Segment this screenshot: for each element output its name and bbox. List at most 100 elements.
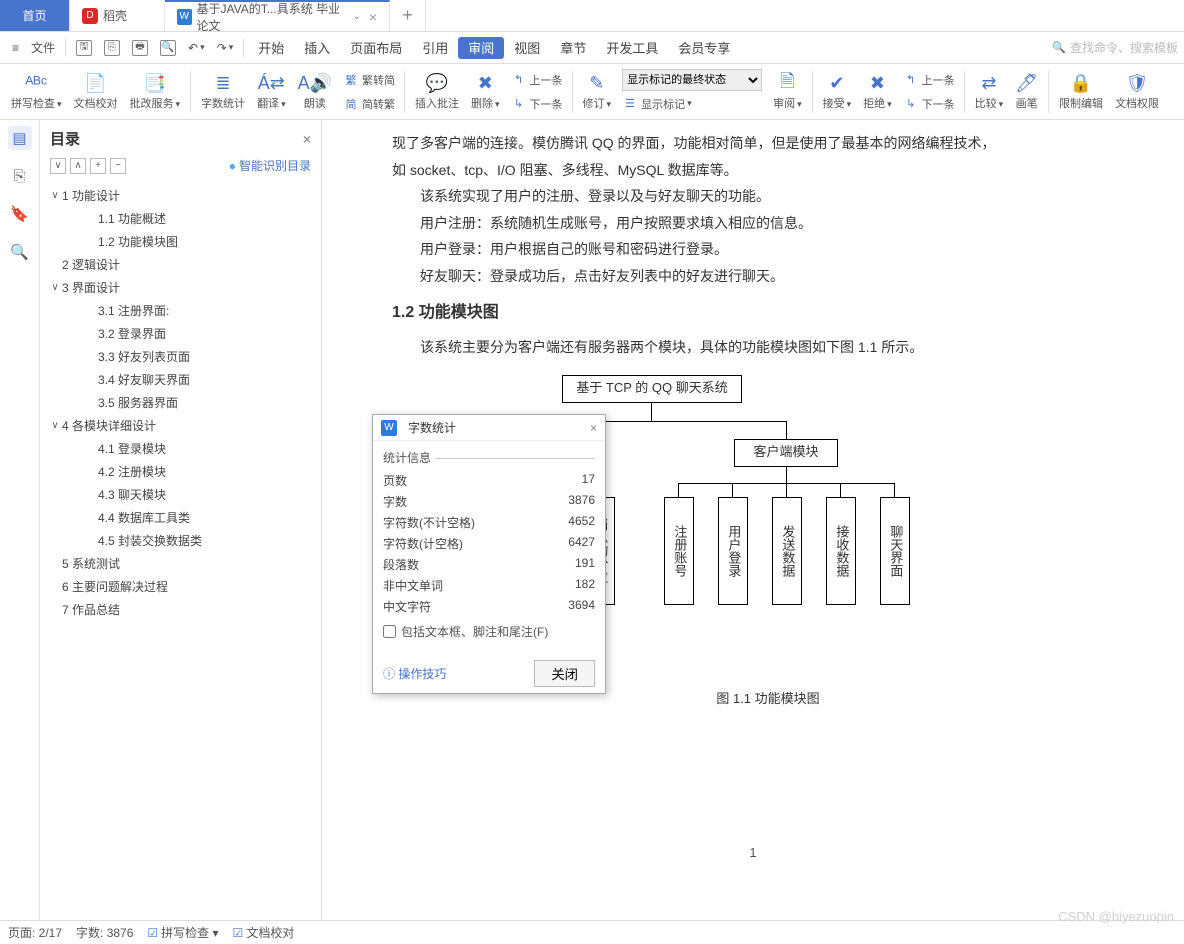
stats-section-label: 统计信息	[383, 451, 435, 465]
reject-button[interactable]: ✖拒绝▾	[858, 67, 897, 117]
insert-comment-button[interactable]: 💬插入批注	[410, 67, 464, 117]
status-page[interactable]: 页面: 2/17	[8, 924, 62, 941]
outline-item[interactable]: 3.4 好友聊天界面	[40, 368, 321, 391]
translate-button[interactable]: Á⇄翻译▾	[252, 67, 291, 117]
undo-icon[interactable]: ↶▾	[182, 32, 211, 64]
expand-all-icon[interactable]: ∧	[70, 158, 86, 174]
redo-icon[interactable]: ↷▾	[211, 32, 240, 64]
body-text: 该系统主要分为客户端还有服务器两个模块，具体的功能模块图如下图 1.1 所示。	[392, 334, 1144, 361]
menu-start[interactable]: 开始	[248, 32, 294, 64]
outline-item[interactable]: 4.2 注册模块	[40, 460, 321, 483]
body-text: 好友聊天：登录成功后，点击好友列表中的好友进行聊天。	[392, 263, 1144, 290]
next-comment-button[interactable]: ↳下一条	[511, 93, 563, 115]
demote-icon[interactable]: −	[110, 158, 126, 174]
display-mode-select[interactable]: 显示标记的最终状态	[622, 69, 762, 91]
outline-item[interactable]: 4.1 登录模块	[40, 437, 321, 460]
outline-icon[interactable]: ▤	[8, 126, 32, 150]
outline-item[interactable]: 3.5 服务器界面	[40, 391, 321, 414]
outline-item[interactable]: 6 主要问题解决过程	[40, 575, 321, 598]
new-tab-button[interactable]: +	[390, 0, 426, 31]
prev-change-button[interactable]: ↰上一条	[903, 69, 955, 91]
doc-proof-button[interactable]: 📄文档校对	[69, 67, 123, 117]
tab-home[interactable]: 首页	[0, 0, 70, 31]
outline-item[interactable]: 3.2 登录界面	[40, 322, 321, 345]
outline-item[interactable]: ∨1 功能设计	[40, 184, 321, 207]
body-text: 如 socket、tcp、I/O 阻塞、多线程、MySQL 数据库等。	[392, 157, 1144, 184]
promote-icon[interactable]: +	[90, 158, 106, 174]
outline-item[interactable]: 2 逻辑设计	[40, 253, 321, 276]
body-text: 该系统实现了用户的注册、登录以及与好友聊天的功能。	[392, 183, 1144, 210]
accept-button[interactable]: ✔接受▾	[818, 67, 857, 117]
smart-outline-button[interactable]: 智能识别目录	[229, 157, 311, 174]
print-icon[interactable]: 🖶	[126, 32, 154, 64]
menu-dev[interactable]: 开发工具	[596, 32, 668, 64]
diagram-c5: 聊天界面	[880, 497, 910, 605]
read-aloud-button[interactable]: A🔊朗读	[293, 67, 337, 117]
delete-comment-button[interactable]: ✖删除▾	[466, 67, 505, 117]
operation-tips-link[interactable]: 操作技巧	[383, 665, 446, 682]
stat-row: 字符数(计空格)6427	[383, 533, 595, 554]
body-text: 用户注册：系统随机生成账号，用户按照要求填入相应的信息。	[392, 210, 1144, 237]
track-changes-button[interactable]: ✎修订▾	[578, 67, 617, 117]
show-marks-button[interactable]: ☰显示标记▾	[622, 93, 762, 115]
status-bar: 页面: 2/17 字数: 3876 ☑拼写检查 ▾ ☑文档校对	[0, 920, 1184, 944]
menu-vip[interactable]: 会员专享	[668, 32, 740, 64]
prev-comment-button[interactable]: ↰上一条	[511, 69, 563, 91]
hamburger-icon[interactable]: ≡	[6, 32, 25, 64]
status-proof[interactable]: ☑文档校对	[233, 924, 295, 941]
menu-ref[interactable]: 引用	[412, 32, 458, 64]
outline-item[interactable]: 1.1 功能概述	[40, 207, 321, 230]
outline-item[interactable]: ∨3 界面设计	[40, 276, 321, 299]
search-icon[interactable]: 🔍	[8, 240, 32, 264]
compare-button[interactable]: ⇄比较▾	[970, 67, 1009, 117]
next-change-button[interactable]: ↳下一条	[903, 93, 955, 115]
outline-item[interactable]: 1.2 功能模块图	[40, 230, 321, 253]
collapse-all-icon[interactable]: ∨	[50, 158, 66, 174]
to-simplified-button[interactable]: 简简转繁	[343, 93, 395, 115]
status-spell[interactable]: ☑拼写检查 ▾	[147, 924, 218, 941]
heading-1-2: 1.2 功能模块图	[392, 298, 1144, 328]
spell-check-button[interactable]: ᴬᴮᶜ拼写检查▾	[6, 67, 67, 117]
file-menu[interactable]: 文件	[25, 32, 61, 64]
tab-close-icon[interactable]: ×	[369, 9, 377, 25]
menu-view[interactable]: 视图	[504, 32, 550, 64]
outline-panel: 目录 × ∨ ∧ + − 智能识别目录 ∨1 功能设计1.1 功能概述1.2 功…	[40, 120, 322, 920]
brush-button[interactable]: 🖊画笔	[1010, 67, 1043, 117]
thumbnail-icon[interactable]: ⎘	[8, 164, 32, 188]
review-pane-button[interactable]: 🗎审阅▾	[768, 67, 807, 117]
save-icon[interactable]: 🖫	[70, 32, 98, 64]
outline-item[interactable]: 4.3 聊天模块	[40, 483, 321, 506]
save-as-icon[interactable]: ⎘	[98, 32, 126, 64]
tab-active-document[interactable]: W 基于JAVA的T...具系统 毕业论文 ⌄ ×	[165, 0, 390, 31]
print-preview-icon[interactable]: 🔍	[154, 32, 182, 64]
outline-item[interactable]: 4.4 数据库工具类	[40, 506, 321, 529]
menu-insert[interactable]: 插入	[294, 32, 340, 64]
outline-item[interactable]: 5 系统测试	[40, 552, 321, 575]
diagram-client: 客户端模块	[734, 439, 838, 467]
outline-item[interactable]: ∨4 各模块详细设计	[40, 414, 321, 437]
outline-item[interactable]: 4.5 封装交换数据类	[40, 529, 321, 552]
dialog-close-button[interactable]: 关闭	[534, 660, 595, 687]
tab-dropdown-icon[interactable]: ⌄	[352, 11, 360, 22]
menu-chapter[interactable]: 章节	[550, 32, 596, 64]
include-textbox-checkbox[interactable]: 包括文本框、脚注和尾注(F)	[383, 623, 595, 640]
restrict-edit-button[interactable]: 🔒限制编辑	[1054, 67, 1108, 117]
outline-item[interactable]: 3.3 好友列表页面	[40, 345, 321, 368]
tab-doke[interactable]: D稻壳	[70, 0, 165, 31]
body-text: 用户登录：用户根据自己的账号和密码进行登录。	[392, 236, 1144, 263]
status-word-count[interactable]: 字数: 3876	[76, 924, 133, 941]
outline-close-icon[interactable]: ×	[303, 131, 311, 147]
dialog-close-icon[interactable]: ×	[590, 421, 597, 435]
menu-review[interactable]: 审阅	[458, 37, 504, 59]
doc-permission-button[interactable]: 🛡文档权限	[1110, 67, 1164, 117]
command-search[interactable]: 查找命令、搜索模板	[1052, 39, 1178, 56]
bookmark-icon[interactable]: 🔖	[8, 202, 32, 226]
word-count-button[interactable]: ≣字数统计	[196, 67, 250, 117]
outline-item[interactable]: 3.1 注册界面:	[40, 299, 321, 322]
menu-layout[interactable]: 页面布局	[340, 32, 412, 64]
outline-item[interactable]: 7 作品总结	[40, 598, 321, 621]
batch-correct-button[interactable]: 📑批改服务▾	[125, 67, 186, 117]
to-traditional-button[interactable]: 繁繁转简	[343, 69, 395, 91]
stats-table: 页数17字数3876字符数(不计空格)4652字符数(计空格)6427段落数19…	[383, 470, 595, 617]
document-tabs: 首页 D稻壳 W 基于JAVA的T...具系统 毕业论文 ⌄ × +	[0, 0, 1184, 32]
